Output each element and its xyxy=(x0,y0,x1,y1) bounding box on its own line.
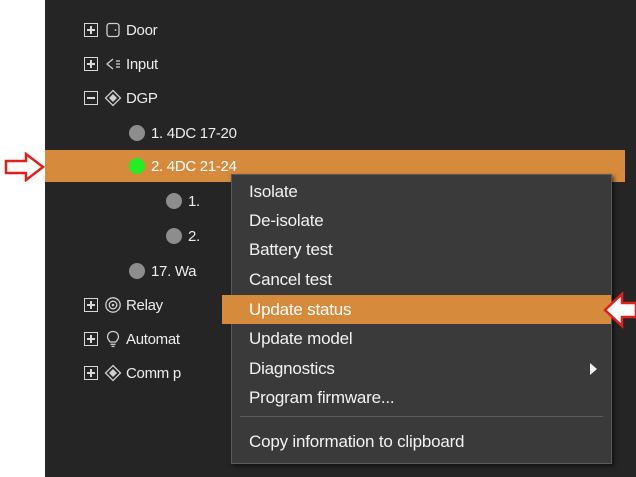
tree-node-label: Comm p xyxy=(126,364,181,382)
menu-item-copy-information[interactable]: Copy information to clipboard xyxy=(232,427,611,456)
tree-node-input[interactable]: Input xyxy=(84,51,158,77)
comm-icon xyxy=(104,364,122,382)
tree-node-label: DGP xyxy=(126,89,158,107)
tree-node-label: Relay xyxy=(126,296,163,314)
context-menu: Isolate De-isolate Battery test Cancel t… xyxy=(222,174,612,464)
menu-item-label: De-isolate xyxy=(249,210,324,230)
tree-node-label: 1. xyxy=(188,192,200,210)
menu-item-label: Isolate xyxy=(249,181,298,201)
menu-item-label: Update model xyxy=(249,328,353,348)
input-icon xyxy=(104,55,122,73)
menu-item-diagnostics[interactable]: Diagnostics xyxy=(232,354,611,383)
status-dot-icon xyxy=(166,193,182,209)
menu-item-battery-test[interactable]: Battery test xyxy=(232,235,611,264)
bulb-icon xyxy=(104,330,122,348)
menu-item-cancel-test[interactable]: Cancel test xyxy=(232,265,611,294)
dgp-icon xyxy=(104,89,122,107)
tree-node-label: 2. 4DC 21-24 xyxy=(151,157,237,175)
menu-item-label: Copy information to clipboard xyxy=(249,431,465,451)
tree-node-label: 1. 4DC 17-20 xyxy=(151,124,237,142)
menu-item-label: Program firmware... xyxy=(249,387,395,407)
tree-node-dgp-child[interactable]: 1. 4DC 17-20 xyxy=(129,120,237,146)
callout-arrow-left-icon xyxy=(603,291,636,329)
submenu-arrow-icon xyxy=(590,363,597,375)
tree-node-sub-child[interactable]: 2. xyxy=(166,223,200,249)
status-dot-icon xyxy=(129,263,145,279)
tree-node-door[interactable]: Door xyxy=(84,17,158,43)
expand-plus-icon[interactable] xyxy=(84,23,98,37)
status-dot-icon xyxy=(166,228,182,244)
menu-item-label: Cancel test xyxy=(249,269,332,289)
tree-node-label: Automat xyxy=(126,330,180,348)
menu-item-label: Diagnostics xyxy=(249,358,335,378)
expand-plus-icon[interactable] xyxy=(84,298,98,312)
menu-item-update-model[interactable]: Update model xyxy=(232,324,611,353)
tree-node-automation[interactable]: Automat xyxy=(84,326,180,352)
status-dot-icon xyxy=(129,125,145,141)
tree-node-sub-child[interactable]: 1. xyxy=(166,188,200,214)
expand-plus-icon[interactable] xyxy=(84,332,98,346)
tree-node-dgp-child-selected[interactable]: 2. 4DC 21-24 xyxy=(129,153,237,179)
expand-plus-icon[interactable] xyxy=(84,57,98,71)
tree-node-dgp-child[interactable]: 17. Wa xyxy=(129,258,196,284)
tree-node-dgp[interactable]: DGP xyxy=(84,85,158,111)
menu-item-isolate[interactable]: Isolate xyxy=(232,177,611,206)
menu-item-de-isolate[interactable]: De-isolate xyxy=(232,206,611,235)
menu-item-update-status[interactable]: Update status xyxy=(222,295,611,324)
tree-node-relay[interactable]: Relay xyxy=(84,292,163,318)
expand-plus-icon[interactable] xyxy=(84,366,98,380)
door-icon xyxy=(104,21,122,39)
callout-arrow-right-icon xyxy=(4,152,46,182)
tree-node-label: Door xyxy=(126,21,158,39)
tree-node-label: 2. xyxy=(188,227,200,245)
menu-item-label: Update status xyxy=(249,299,352,319)
collapse-minus-icon[interactable] xyxy=(84,91,98,105)
status-online-dot-icon xyxy=(129,158,145,174)
menu-item-label: Battery test xyxy=(249,239,333,259)
menu-separator xyxy=(240,416,603,417)
menu-item-program-firmware[interactable]: Program firmware... xyxy=(232,383,611,412)
relay-icon xyxy=(104,296,122,314)
tree-node-label: Input xyxy=(126,55,158,73)
tree-node-comm[interactable]: Comm p xyxy=(84,360,181,386)
tree-node-label: 17. Wa xyxy=(151,262,197,280)
